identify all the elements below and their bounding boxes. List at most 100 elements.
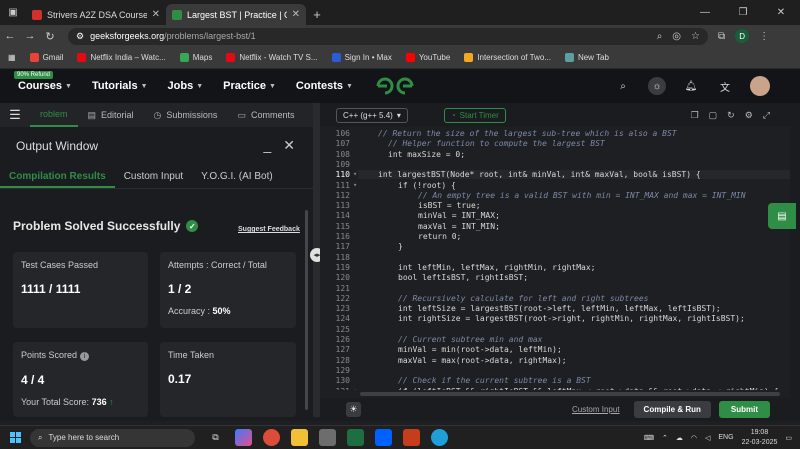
settings-icon[interactable]: ⚙ — [745, 110, 753, 121]
edge-icon[interactable] — [431, 429, 448, 446]
bell-icon[interactable]: 🔔︎ — [682, 77, 700, 95]
code-line[interactable]: int leftMin, leftMax, rightMin, rightMax… — [378, 263, 595, 272]
new-tab-button[interactable]: + — [306, 4, 328, 25]
gfg-logo[interactable] — [375, 76, 415, 96]
apps-grid-icon[interactable]: ▦ — [8, 53, 16, 62]
bookmark-new-tab[interactable]: New Tab — [564, 53, 609, 62]
bookmark-netflix-india[interactable]: Netflix India – Watc... — [77, 53, 166, 62]
code-line[interactable]: // Recursively calculate for left and ri… — [378, 294, 648, 303]
tab-submissions[interactable]: ◷ Submissions — [144, 103, 228, 127]
back-icon[interactable]: ← — [0, 30, 20, 42]
dropbox-icon[interactable] — [375, 429, 392, 446]
compile-run-button[interactable]: Compile & Run — [633, 401, 711, 418]
url-bar[interactable]: ⚙ geeksforgeeks.org/problems/largest-bst… — [68, 27, 708, 45]
close-tab-icon[interactable]: ✕ — [292, 9, 300, 20]
profile-avatar[interactable]: D — [735, 29, 750, 43]
menu-tutorials[interactable]: Tutorials ▼ — [92, 80, 148, 92]
bookmark-youtube[interactable]: YouTube — [405, 53, 450, 62]
bookmark-max[interactable]: Sign In • Max — [331, 53, 392, 62]
code-line[interactable]: minVal = INT_MAX; — [378, 211, 500, 220]
code-horizontal-scrollbar[interactable] — [320, 390, 800, 398]
bookmark-gmail[interactable]: Gmail — [29, 53, 63, 62]
extensions-icon[interactable]: ⧉ — [718, 31, 725, 42]
powerpoint-icon[interactable] — [403, 429, 420, 446]
suggest-feedback-link[interactable]: Suggest Feedback — [238, 226, 300, 233]
menu-jobs[interactable]: Jobs ▼ — [168, 80, 204, 92]
forward-icon[interactable]: → — [20, 30, 40, 42]
fullscreen-icon[interactable]: ▢ — [709, 110, 718, 121]
user-avatar[interactable] — [750, 76, 770, 96]
theme-toggle-icon[interactable]: ☼ — [648, 77, 666, 95]
start-button[interactable] — [0, 432, 30, 443]
feedback-chat-icon[interactable]: ▤ — [768, 203, 796, 229]
task-view-icon[interactable]: ⧉ — [207, 429, 224, 446]
tab-search-icon[interactable]: ▣ — [0, 0, 26, 25]
code-line[interactable]: int largestBST(Node* root, int& minVal, … — [358, 170, 800, 180]
code-line[interactable]: // Current subtree min and max — [378, 335, 543, 344]
more-menu-icon[interactable]: ⋮ — [759, 31, 769, 42]
language-indicator[interactable]: ENG — [718, 434, 733, 441]
tab-editorial[interactable]: ▤ Editorial — [78, 103, 144, 127]
close-window-icon[interactable]: ✕ — [762, 0, 800, 25]
cloud-icon[interactable]: ☁ — [676, 434, 683, 442]
code-line[interactable]: // Return the size of the largest sub-tr… — [378, 129, 677, 138]
browser-tab-largest-bst[interactable]: Largest BST | Practice | Geeksfo ✕ — [166, 4, 306, 25]
bookmark-star-icon[interactable]: ☆ — [691, 31, 700, 42]
menu-practice[interactable]: Practice ▼ — [223, 80, 276, 92]
keyboard-icon[interactable]: ⌨ — [644, 434, 654, 442]
info-icon[interactable]: i — [80, 352, 90, 361]
eye-slash-icon[interactable]: ◎ — [672, 31, 681, 42]
code-line[interactable]: isBST = true; — [378, 201, 481, 210]
reload-icon[interactable]: ↻ — [40, 30, 60, 43]
hamburger-menu-icon[interactable]: ☰ — [0, 107, 30, 123]
chevron-up-icon[interactable]: ⌃ — [662, 434, 668, 442]
lightbulb-icon[interactable]: ☀ — [346, 402, 361, 417]
close-panel-icon[interactable]: ✕ — [283, 137, 295, 154]
expand-icon[interactable]: ⤢ — [763, 110, 770, 121]
zoom-icon[interactable]: ⌕ — [657, 31, 663, 42]
fold-chevron-icon[interactable]: ▾ — [353, 181, 357, 189]
tab-compilation-results[interactable]: Compilation Results — [0, 165, 115, 188]
tab-yogi-ai-bot[interactable]: Y.O.G.I. (AI Bot) — [192, 165, 282, 188]
restore-icon[interactable]: ❐ — [724, 0, 762, 25]
copilot-icon[interactable] — [235, 429, 252, 446]
taskbar-search[interactable]: ⌕ Type here to search — [30, 428, 195, 447]
volume-icon[interactable]: ◁ — [705, 434, 710, 442]
file-explorer-icon[interactable] — [291, 429, 308, 446]
menu-contests[interactable]: Contests ▼ — [296, 80, 353, 92]
notifications-icon[interactable]: ▭ — [785, 434, 792, 442]
start-timer-button[interactable]: ◔ Start Timer — [443, 107, 506, 123]
code-editor[interactable]: 106 // Return the size of the largest sub… — [320, 127, 800, 390]
site-info-icon[interactable]: ⚙ — [76, 31, 84, 42]
clock[interactable]: 19:08 22-03-2025 — [742, 428, 778, 448]
code-line[interactable]: bool leftIsBST, rightIsBST; — [378, 273, 528, 282]
tab-comments[interactable]: ▭ Comments — [227, 103, 304, 127]
wifi-icon[interactable]: ◠ — [691, 434, 697, 442]
translate-icon[interactable]: 文 — [716, 77, 734, 95]
code-line[interactable]: maxVal = max(root->data, rightMax); — [378, 356, 567, 365]
excel-icon[interactable] — [347, 429, 364, 446]
output-scrollbar[interactable] — [305, 210, 308, 410]
bookmark-maps[interactable]: Maps — [179, 53, 212, 62]
code-line[interactable]: int maxSize = 0; — [378, 150, 465, 159]
language-select[interactable]: C++ (g++ 5.4) ▾ — [336, 107, 408, 123]
close-tab-icon[interactable]: ✕ — [152, 9, 160, 20]
chrome-icon[interactable] — [263, 429, 280, 446]
code-line[interactable]: // An empty tree is a valid BST with min… — [378, 191, 746, 200]
code-line[interactable]: if (!root) { — [378, 181, 456, 190]
code-line[interactable]: minVal = min(root->data, leftMin); — [378, 345, 562, 354]
bookmark-netflix-watch[interactable]: Netflix - Watch TV S... — [226, 53, 318, 62]
tab-problem[interactable]: roblem — [30, 103, 78, 127]
code-line[interactable]: // Helper function to compute the larges… — [378, 139, 605, 148]
code-line[interactable]: // Check if the current subtree is a BST — [378, 376, 591, 385]
minimize-icon[interactable]: — — [686, 0, 724, 25]
microsoft-store-icon[interactable] — [319, 429, 336, 446]
submit-button[interactable]: Submit — [718, 401, 770, 418]
fold-chevron-icon[interactable]: ▾ — [353, 170, 357, 178]
reset-icon[interactable]: ↻ — [727, 110, 735, 121]
code-line[interactable]: int rightSize = largestBST(root->right, … — [378, 314, 745, 323]
code-line[interactable]: maxVal = INT_MIN; — [378, 222, 500, 231]
custom-input-link[interactable]: Custom Input — [572, 405, 620, 414]
minimize-panel-icon[interactable]: _ — [263, 137, 271, 154]
code-line[interactable]: } — [378, 242, 403, 251]
